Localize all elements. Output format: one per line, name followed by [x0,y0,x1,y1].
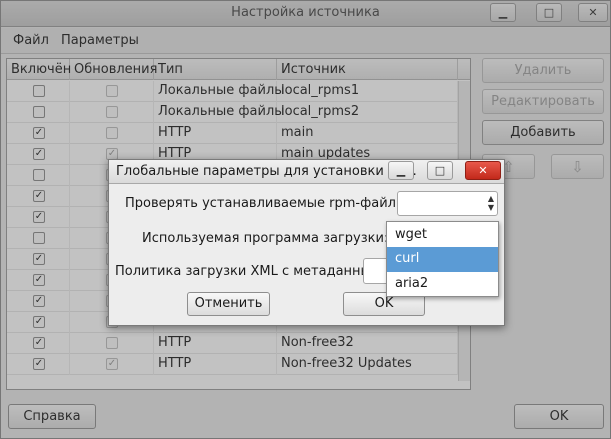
verify-rpm-label: Проверять устанавливаемые rpm-файлы: [125,196,411,211]
dialog-close-button[interactable]: ✕ [465,161,501,180]
close-icon: ✕ [478,164,488,177]
downloader-dropdown-list: wget curl aria2 [386,221,499,297]
verify-rpm-select[interactable]: ▲ ▼ [397,191,498,216]
dialog-title: Глобальные параметры для установки па... [116,164,417,179]
dialog-minimize-button[interactable]: ▁ [388,161,414,180]
spin-arrows-icon[interactable]: ▲ ▼ [488,194,494,212]
maximize-icon: □ [434,164,446,177]
dialog-cancel-button[interactable]: Отменить [187,292,270,316]
minimize-icon: ▁ [396,164,406,177]
dialog-title-bar: Глобальные параметры для установки па...… [109,160,504,184]
dropdown-option-aria2[interactable]: aria2 [387,272,498,297]
dialog-maximize-button[interactable]: □ [427,161,453,180]
dropdown-option-wget[interactable]: wget [387,223,498,248]
xml-policy-label: Политика загрузки XML с метаданными: [115,264,394,279]
downloader-label: Используемая программа загрузки: [142,231,389,246]
dropdown-option-curl[interactable]: curl [387,247,498,272]
